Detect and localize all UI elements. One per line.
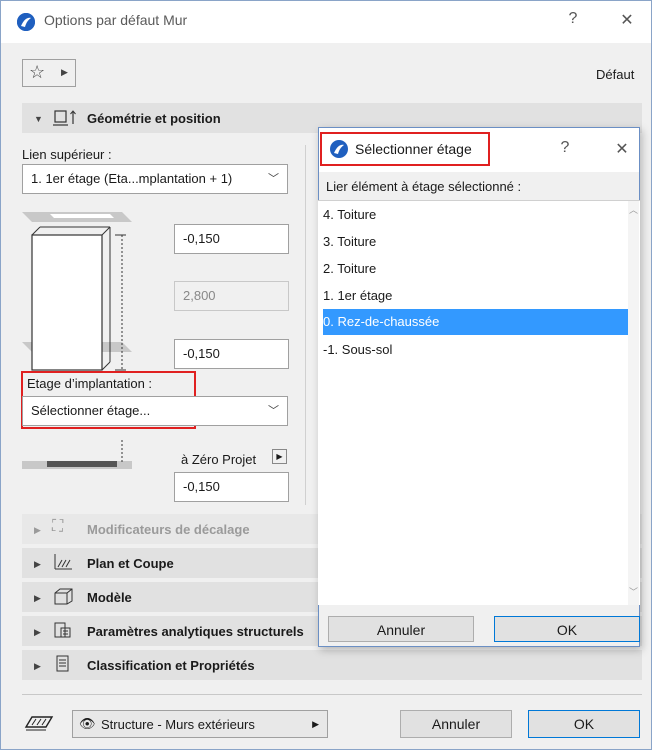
section-classification-label: Classification et Propriétés	[87, 658, 255, 673]
top-offset-field[interactable]: -0,150	[174, 224, 289, 254]
scroll-down-icon[interactable]: ﹀	[629, 585, 638, 598]
reference-label: à Zéro Projet	[181, 452, 257, 467]
structural-icon	[52, 620, 74, 643]
star-icon: ☆	[29, 62, 46, 82]
chevron-down-icon: ﹀	[268, 173, 279, 185]
section-model-label: Modèle	[87, 590, 132, 605]
expand-arrow-icon: ▶	[34, 627, 41, 637]
section-geometry-label: Géométrie et position	[87, 111, 221, 126]
layer-selector[interactable]: 👁 Structure - Murs extérieurs ▶	[72, 710, 328, 738]
dialog-cancel-button[interactable]: Annuler	[328, 616, 474, 642]
dialog-ok-button[interactable]: OK	[494, 616, 640, 642]
list-item[interactable]: 3. Toiture	[323, 229, 628, 255]
offset-modifier-icon: ⛶	[52, 518, 64, 535]
plan-section-icon	[52, 552, 74, 575]
window-title: Options par défaut Mur	[44, 12, 188, 28]
cancel-button[interactable]: Annuler	[400, 710, 512, 738]
default-label: Défaut	[596, 67, 635, 82]
home-story-select[interactable]: Sélectionner étage... ﹀	[22, 396, 288, 426]
dialog-close-button[interactable]: ✕	[612, 139, 632, 159]
divider	[305, 145, 306, 505]
home-story-value: Sélectionner étage...	[31, 403, 151, 418]
dialog-prompt: Lier élément à étage sélectionné :	[326, 179, 522, 194]
reference-menu-button[interactable]: ▶	[272, 449, 287, 464]
chevron-down-icon: ﹀	[268, 405, 279, 417]
wall-diagram	[22, 212, 132, 469]
favorites-button[interactable]: ☆ ▶	[22, 59, 76, 87]
list-scrollbar[interactable]: ︿ ﹀	[628, 201, 639, 605]
bottom-offset-field[interactable]: -0,150	[174, 339, 289, 369]
home-story-label: Etage d’implantation :	[27, 376, 153, 391]
dialog-help-button[interactable]: ?	[555, 139, 575, 157]
footer-divider	[22, 694, 642, 695]
expand-arrow-icon: ▶	[34, 559, 41, 569]
layer-value: Structure - Murs extérieurs	[101, 717, 255, 732]
list-item[interactable]: 4. Toiture	[323, 202, 628, 228]
story-list[interactable]: 4. Toiture 3. Toiture 2. Toiture 1. 1er …	[318, 200, 640, 605]
classification-icon	[52, 654, 74, 677]
list-item-selected[interactable]: 0. Rez-de-chaussée	[323, 309, 628, 335]
chevron-right-icon: ▶	[312, 719, 319, 729]
archicad-logo-icon	[17, 13, 35, 31]
top-link-label: Lien supérieur :	[22, 147, 112, 162]
scroll-up-icon[interactable]: ︿	[629, 203, 638, 216]
expand-arrow-icon: ▶	[34, 593, 41, 603]
ok-button[interactable]: OK	[528, 710, 640, 738]
reference-offset-field[interactable]: -0,150	[174, 472, 289, 502]
wall-height-field[interactable]: 2,800	[174, 281, 289, 311]
eye-icon: 👁	[79, 716, 96, 731]
model-icon	[52, 586, 74, 609]
close-button[interactable]: ✕	[617, 10, 637, 30]
dialog-title: Sélectionner étage	[355, 141, 472, 157]
expand-arrow-icon: ▶	[34, 661, 41, 671]
wall-tool-icon	[24, 713, 54, 736]
geometry-icon	[52, 108, 80, 131]
collapse-arrow-icon: ▼	[34, 114, 43, 124]
top-link-value: 1. 1er étage (Eta...mplantation + 1)	[31, 171, 233, 186]
expand-arrow-icon: ▶	[34, 525, 41, 535]
section-plan-section-label: Plan et Coupe	[87, 556, 174, 571]
list-item[interactable]: 2. Toiture	[323, 256, 628, 282]
section-offset-modifiers-label: Modificateurs de décalage	[87, 522, 250, 537]
list-item[interactable]: 1. 1er étage	[323, 283, 628, 309]
chevron-right-icon: ▶	[61, 67, 68, 77]
archicad-logo-icon	[330, 140, 348, 161]
top-link-select[interactable]: 1. 1er étage (Eta...mplantation + 1) ﹀	[22, 164, 288, 194]
help-button[interactable]: ?	[563, 10, 583, 28]
section-structural-label: Paramètres analytiques structurels	[87, 624, 304, 639]
list-item[interactable]: -1. Sous-sol	[323, 337, 628, 363]
